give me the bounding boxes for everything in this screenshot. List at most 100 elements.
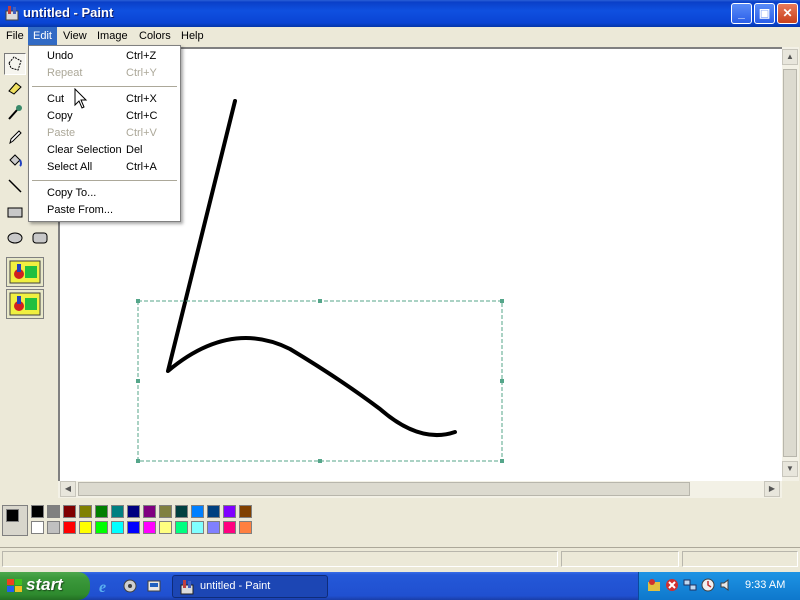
tray-security-icon[interactable] [665, 578, 679, 592]
palette-swatch[interactable] [191, 505, 204, 518]
eraser-icon [8, 82, 22, 95]
menu-item-label: Undo [47, 50, 74, 62]
menu-help[interactable]: Help [176, 27, 209, 45]
tray-network-icon[interactable] [683, 578, 697, 592]
palette-swatch[interactable] [95, 505, 108, 518]
transparent-selection-option[interactable] [6, 289, 44, 319]
menu-view[interactable]: View [58, 27, 92, 45]
palette-swatch[interactable] [79, 521, 92, 534]
start-button[interactable]: start [0, 572, 90, 600]
palette-swatch[interactable] [239, 505, 252, 518]
palette-swatch[interactable] [223, 505, 236, 518]
menu-item-shortcut: Ctrl+X [126, 93, 157, 105]
palette-swatch[interactable] [159, 521, 172, 534]
palette-swatch[interactable] [175, 505, 188, 518]
close-button[interactable]: ✕ [777, 3, 798, 24]
paint-taskbar-icon [180, 580, 194, 595]
menu-item-label: Clear Selection [47, 144, 122, 156]
tray-app-icon[interactable] [647, 578, 661, 592]
internet-explorer-icon[interactable]: e [98, 578, 114, 594]
palette-swatch[interactable] [31, 505, 44, 518]
palette-swatch[interactable] [143, 521, 156, 534]
eraser-tool[interactable] [4, 77, 26, 99]
vertical-scroll-thumb[interactable] [783, 69, 797, 457]
opaque-selection-option[interactable] [6, 257, 44, 287]
status-position [561, 551, 679, 567]
palette-swatch[interactable] [159, 505, 172, 518]
palette-swatch[interactable] [207, 521, 220, 534]
palette-swatch[interactable] [47, 505, 60, 518]
opaque-selection-icon [9, 260, 41, 284]
tray-update-icon[interactable] [701, 578, 715, 592]
menu-item-shortcut: Del [126, 144, 143, 156]
fill-tool[interactable] [4, 150, 26, 172]
palette-swatch[interactable] [63, 521, 76, 534]
free-form-select-tool[interactable] [4, 53, 26, 75]
selection-handle[interactable] [136, 379, 140, 383]
menu-item-shortcut: Ctrl+Z [126, 50, 157, 62]
palette-swatch[interactable] [127, 521, 140, 534]
menu-item-select-all[interactable]: Select All Ctrl+A [29, 159, 180, 176]
media-player-icon[interactable] [122, 578, 138, 594]
palette-swatch[interactable] [223, 521, 236, 534]
selection-handle[interactable] [500, 379, 504, 383]
selection-handle[interactable] [136, 459, 140, 463]
menu-image[interactable]: Image [92, 27, 133, 45]
palette-swatch[interactable] [95, 521, 108, 534]
selection-handle[interactable] [136, 299, 140, 303]
menu-item-shortcut: Ctrl+Y [126, 67, 157, 79]
menu-edit[interactable]: Edit [28, 27, 57, 45]
pencil-tool[interactable] [4, 126, 26, 148]
taskbar-paint-button[interactable]: untitled - Paint [172, 575, 328, 598]
selection-handle[interactable] [500, 299, 504, 303]
selection-handle[interactable] [318, 459, 322, 463]
palette-swatch[interactable] [127, 505, 140, 518]
palette-swatch[interactable] [31, 521, 44, 534]
palette-swatch[interactable] [207, 505, 220, 518]
selection-handle[interactable] [500, 459, 504, 463]
line-tool[interactable] [4, 175, 26, 197]
palette-swatch[interactable] [239, 521, 252, 534]
restore-button[interactable]: ▣ [754, 3, 775, 24]
menu-file[interactable]: File [1, 27, 29, 45]
palette-swatch[interactable] [79, 505, 92, 518]
status-size [682, 551, 798, 567]
ellipse-icon [7, 232, 23, 244]
scroll-right-arrow-icon[interactable]: ▶ [764, 481, 780, 497]
tray-volume-icon[interactable] [719, 578, 733, 592]
title-bar[interactable]: untitled - Paint _ ▣ ✕ [0, 0, 800, 27]
ellipse-tool[interactable] [4, 227, 26, 249]
free-form-select-icon [8, 56, 22, 71]
menu-item-cut[interactable]: Cut Ctrl+X [29, 91, 180, 108]
start-label: start [26, 575, 63, 594]
menu-item-paste-from[interactable]: Paste From... [29, 202, 180, 219]
horizontal-scrollbar[interactable]: ◀ ▶ [58, 481, 782, 498]
color-picker-tool[interactable] [4, 102, 26, 124]
rounded-rectangle-tool[interactable] [29, 227, 51, 249]
vertical-scrollbar[interactable]: ▲ ▼ [782, 47, 799, 481]
scroll-left-arrow-icon[interactable]: ◀ [60, 481, 76, 497]
menu-separator [32, 86, 177, 87]
window-title: untitled - Paint [23, 5, 114, 20]
menu-item-label: Copy [47, 110, 73, 122]
scroll-down-arrow-icon[interactable]: ▼ [782, 461, 798, 477]
menu-item-copy[interactable]: Copy Ctrl+C [29, 108, 180, 125]
show-desktop-icon[interactable] [146, 578, 162, 594]
menu-item-undo[interactable]: Undo Ctrl+Z [29, 48, 180, 65]
palette-swatch[interactable] [111, 521, 124, 534]
palette-swatch[interactable] [191, 521, 204, 534]
scroll-up-arrow-icon[interactable]: ▲ [782, 49, 798, 65]
palette-swatch[interactable] [175, 521, 188, 534]
palette-swatch[interactable] [63, 505, 76, 518]
menu-colors[interactable]: Colors [134, 27, 176, 45]
clock[interactable]: 9:33 AM [745, 579, 785, 591]
menu-item-copy-to[interactable]: Copy To... [29, 185, 180, 202]
minimize-button[interactable]: _ [731, 3, 752, 24]
horizontal-scroll-thumb[interactable] [78, 482, 690, 496]
selection-handle[interactable] [318, 299, 322, 303]
palette-swatch[interactable] [111, 505, 124, 518]
palette-swatch[interactable] [143, 505, 156, 518]
menu-item-clear-selection[interactable]: Clear Selection Del [29, 142, 180, 159]
rectangle-tool[interactable] [4, 201, 26, 223]
palette-swatch[interactable] [47, 521, 60, 534]
